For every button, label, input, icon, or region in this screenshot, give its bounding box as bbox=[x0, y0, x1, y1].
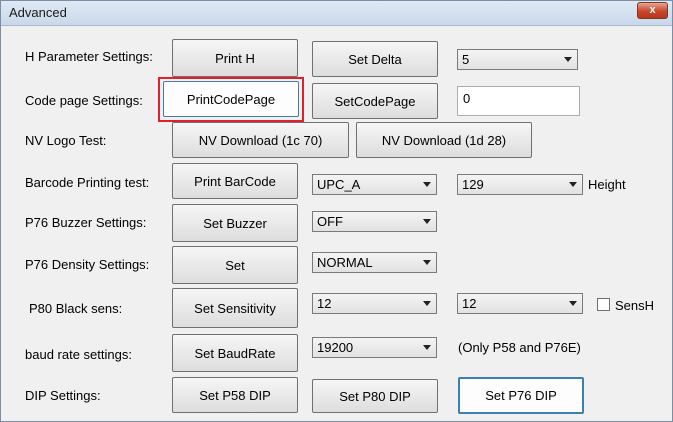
print-h-button[interactable]: Print H bbox=[172, 39, 298, 77]
close-button[interactable]: x bbox=[637, 2, 668, 19]
code-page-label: Code page Settings: bbox=[25, 93, 143, 108]
buzzer-select-value: OFF bbox=[317, 214, 343, 229]
sensh-checkbox[interactable] bbox=[597, 298, 610, 311]
highlight-box bbox=[158, 77, 304, 122]
set-sensitivity-button[interactable]: Set Sensitivity bbox=[172, 288, 298, 328]
set-p58-dip-button[interactable]: Set P58 DIP bbox=[172, 377, 298, 413]
set-delta-button[interactable]: Set Delta bbox=[312, 41, 438, 77]
code-page-input-value: 0 bbox=[463, 91, 471, 106]
nv-download-1c70-button[interactable]: NV Download (1c 70) bbox=[172, 122, 349, 158]
nv-logo-label: NV Logo Test: bbox=[25, 133, 107, 148]
advanced-dialog: Advanced x H Parameter Settings: Print H… bbox=[0, 0, 673, 422]
baud-rate-select[interactable]: 19200 bbox=[312, 337, 437, 358]
density-select-value: NORMAL bbox=[317, 255, 373, 270]
chevron-down-icon bbox=[423, 260, 431, 265]
set-p76-dip-button[interactable]: Set P76 DIP bbox=[458, 377, 584, 414]
close-icon: x bbox=[649, 4, 656, 16]
barcode-type-select[interactable]: UPC_A bbox=[312, 174, 437, 195]
barcode-type-value: UPC_A bbox=[317, 177, 361, 192]
title-bar[interactable]: Advanced x bbox=[1, 1, 672, 26]
set-baud-rate-button[interactable]: Set BaudRate bbox=[172, 334, 298, 372]
set-code-page-button[interactable]: SetCodePage bbox=[312, 83, 438, 119]
sensh-label: SensH bbox=[615, 298, 655, 313]
code-page-input[interactable]: 0 bbox=[457, 86, 580, 116]
print-barcode-button[interactable]: Print BarCode bbox=[172, 163, 298, 199]
chevron-down-icon bbox=[423, 301, 431, 306]
buzzer-label: P76 Buzzer Settings: bbox=[25, 215, 147, 230]
barcode-height-select[interactable]: 129 bbox=[457, 174, 583, 195]
black-sens-label: P80 Black sens: bbox=[29, 301, 123, 316]
density-select[interactable]: NORMAL bbox=[312, 252, 437, 273]
window-title: Advanced bbox=[9, 5, 67, 20]
baud-rate-select-value: 19200 bbox=[317, 340, 354, 355]
sensitivity2-select[interactable]: 12 bbox=[457, 293, 583, 314]
chevron-down-icon bbox=[423, 182, 431, 187]
chevron-down-icon bbox=[423, 345, 431, 350]
chevron-down-icon bbox=[569, 182, 577, 187]
sensitivity-select[interactable]: 12 bbox=[312, 293, 437, 314]
buzzer-select[interactable]: OFF bbox=[312, 211, 437, 232]
h-parameter-label: H Parameter Settings: bbox=[25, 49, 153, 64]
sensitivity-select-value: 12 bbox=[317, 296, 332, 311]
set-p80-dip-button[interactable]: Set P80 DIP bbox=[312, 379, 438, 413]
set-buzzer-button[interactable]: Set Buzzer bbox=[172, 204, 298, 242]
delta-select-value: 5 bbox=[462, 52, 470, 67]
baud-rate-label: baud rate settings: bbox=[25, 347, 132, 362]
chevron-down-icon bbox=[569, 301, 577, 306]
delta-select[interactable]: 5 bbox=[457, 49, 578, 70]
barcode-label: Barcode Printing test: bbox=[25, 175, 150, 190]
density-label: P76 Density Settings: bbox=[25, 257, 150, 272]
nv-download-1d28-button[interactable]: NV Download (1d 28) bbox=[356, 122, 532, 158]
chevron-down-icon bbox=[564, 57, 572, 62]
set-density-button[interactable]: Set bbox=[172, 246, 298, 284]
sensitivity2-select-value: 12 bbox=[462, 296, 477, 311]
height-label: Height bbox=[588, 177, 626, 192]
barcode-height-value: 129 bbox=[462, 177, 484, 192]
dip-label: DIP Settings: bbox=[25, 388, 101, 403]
baud-note-label: (Only P58 and P76E) bbox=[458, 340, 581, 355]
chevron-down-icon bbox=[423, 219, 431, 224]
